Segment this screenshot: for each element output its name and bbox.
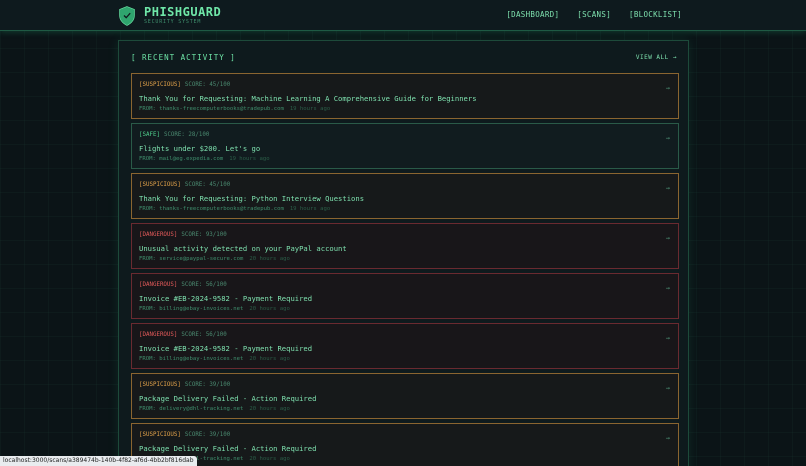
- status-badge: [DANGEROUS]: [139, 282, 178, 288]
- item-meta: [SUSPICIOUS] SCORE: 39/100: [139, 382, 230, 388]
- activity-item[interactable]: [DANGEROUS] SCORE: 56/100 Invoice #EB-2024…: [131, 273, 679, 319]
- status-badge: [SAFE]: [139, 132, 160, 138]
- sender-address: FROM: mail@eg.expedia.com: [139, 156, 224, 162]
- item-meta: [DANGEROUS] SCORE: 56/100: [139, 332, 227, 338]
- sender-address: FROM: thanks-freecomputerbooks@tradepub.…: [139, 106, 284, 112]
- email-subject: Package Delivery Failed - Action Require…: [139, 394, 317, 403]
- activity-item[interactable]: [SAFE] SCORE: 28/100 Flights under $200. L…: [131, 123, 679, 169]
- risk-score: SCORE: 56/100: [181, 282, 227, 288]
- sender-address: FROM: service@paypal-secure.com: [139, 256, 244, 262]
- browser-status-url: localhost:3000/scans/a389474b-140b-4f82-…: [0, 456, 197, 466]
- nav-dashboard[interactable]: [DASHBOARD]: [506, 10, 559, 19]
- risk-score: SCORE: 28/100: [163, 132, 210, 138]
- activity-item[interactable]: [SUSPICIOUS] SCORE: 45/100 Thank You for R…: [131, 73, 679, 119]
- email-subject: Invoice #EB-2024-9582 - Payment Required: [139, 344, 313, 353]
- risk-score: SCORE: 39/100: [184, 382, 231, 388]
- main-nav: [DASHBOARD] [SCANS] [BLOCKLIST]: [506, 10, 682, 19]
- timestamp: 20 hours ago: [249, 456, 290, 462]
- sender-address: FROM: billing@ebay-invoices.net: [139, 306, 244, 312]
- email-sender: FROM: delivery@dhl-tracking.net 20 hours …: [139, 406, 290, 412]
- status-badge: [SUSPICIOUS]: [139, 82, 181, 88]
- brand[interactable]: PHISHGUARD SECURITY SYSTEM: [119, 5, 221, 27]
- timestamp: 20 hours ago: [249, 356, 290, 362]
- top-navbar: PHISHGUARD SECURITY SYSTEM [DASHBOARD] […: [0, 0, 806, 31]
- item-meta: [SUSPICIOUS] SCORE: 45/100: [139, 182, 230, 188]
- activity-item[interactable]: [DANGEROUS] SCORE: 93/100 Unusual activity…: [131, 223, 679, 269]
- arrow-right-icon[interactable]: →: [666, 334, 670, 342]
- risk-score: SCORE: 45/100: [184, 82, 231, 88]
- email-subject: Package Delivery Failed - Action Require…: [139, 444, 317, 453]
- email-subject: Flights under $200. Let's go: [139, 144, 261, 153]
- activity-list: [SUSPICIOUS] SCORE: 45/100 Thank You for R…: [131, 73, 679, 466]
- status-badge: [SUSPICIOUS]: [139, 432, 181, 438]
- status-badge: [DANGEROUS]: [139, 332, 178, 338]
- brand-name: PHISHGUARD: [144, 5, 222, 19]
- sender-address: FROM: delivery@dhl-tracking.net: [139, 406, 244, 412]
- timestamp: 20 hours ago: [249, 406, 290, 412]
- item-meta: [DANGEROUS] SCORE: 93/100: [139, 232, 227, 238]
- view-all-link[interactable]: VIEW ALL →: [636, 54, 677, 61]
- activity-item[interactable]: [SUSPICIOUS] SCORE: 45/100 Thank You for R…: [131, 173, 679, 219]
- risk-score: SCORE: 45/100: [184, 182, 231, 188]
- nav-blocklist[interactable]: [BLOCKLIST]: [629, 10, 682, 19]
- brand-subtitle: SECURITY SYSTEM: [144, 19, 202, 25]
- email-sender: FROM: billing@ebay-invoices.net 20 hours …: [139, 356, 290, 362]
- email-sender: FROM: mail@eg.expedia.com 19 hours ago: [139, 156, 270, 162]
- timestamp: 19 hours ago: [289, 206, 331, 212]
- arrow-right-icon[interactable]: →: [666, 234, 670, 242]
- risk-score: SCORE: 93/100: [181, 232, 227, 238]
- email-sender: FROM: thanks-freecomputerbooks@tradepub.…: [139, 206, 330, 212]
- arrow-right-icon[interactable]: →: [666, 84, 670, 92]
- status-badge: [DANGEROUS]: [139, 232, 178, 238]
- arrow-right-icon[interactable]: →: [666, 184, 670, 192]
- sender-address: FROM: thanks-freecomputerbooks@tradepub.…: [139, 206, 284, 212]
- timestamp: 19 hours ago: [289, 106, 331, 112]
- email-sender: FROM: billing@ebay-invoices.net 20 hours …: [139, 306, 290, 312]
- recent-activity-panel: [ RECENT ACTIVITY ] VIEW ALL → [SUSPICIO…: [118, 40, 689, 466]
- item-meta: [SUSPICIOUS] SCORE: 39/100: [139, 432, 230, 438]
- item-meta: [SUSPICIOUS] SCORE: 45/100: [139, 82, 230, 88]
- arrow-right-icon[interactable]: →: [666, 384, 670, 392]
- panel-title: [ RECENT ACTIVITY ]: [131, 53, 236, 62]
- email-sender: FROM: service@paypal-secure.com 20 hours …: [139, 256, 290, 262]
- email-subject: Thank You for Requesting: Python Intervi…: [139, 194, 365, 203]
- item-meta: [DANGEROUS] SCORE: 56/100: [139, 282, 227, 288]
- timestamp: 19 hours ago: [229, 156, 270, 162]
- email-subject: Invoice #EB-2024-9582 - Payment Required: [139, 294, 313, 303]
- nav-scans[interactable]: [SCANS]: [577, 10, 611, 19]
- email-sender: FROM: thanks-freecomputerbooks@tradepub.…: [139, 106, 330, 112]
- item-meta: [SAFE] SCORE: 28/100: [139, 132, 209, 138]
- email-subject: Unusual activity detected on your PayPal…: [139, 244, 347, 253]
- activity-item[interactable]: [SUSPICIOUS] SCORE: 39/100 Package Deliver…: [131, 373, 679, 419]
- timestamp: 20 hours ago: [249, 256, 290, 262]
- activity-item[interactable]: [DANGEROUS] SCORE: 56/100 Invoice #EB-2024…: [131, 323, 679, 369]
- timestamp: 20 hours ago: [249, 306, 290, 312]
- shield-icon: [119, 6, 135, 26]
- risk-score: SCORE: 39/100: [184, 432, 231, 438]
- arrow-right-icon[interactable]: →: [666, 434, 670, 442]
- status-badge: [SUSPICIOUS]: [139, 182, 181, 188]
- status-badge: [SUSPICIOUS]: [139, 382, 181, 388]
- risk-score: SCORE: 56/100: [181, 332, 227, 338]
- email-subject: Thank You for Requesting: Machine Learni…: [139, 94, 477, 103]
- sender-address: FROM: billing@ebay-invoices.net: [139, 356, 244, 362]
- activity-item[interactable]: [SUSPICIOUS] SCORE: 39/100 Package Deliver…: [131, 423, 679, 466]
- arrow-right-icon[interactable]: →: [666, 284, 670, 292]
- arrow-right-icon[interactable]: →: [666, 134, 670, 142]
